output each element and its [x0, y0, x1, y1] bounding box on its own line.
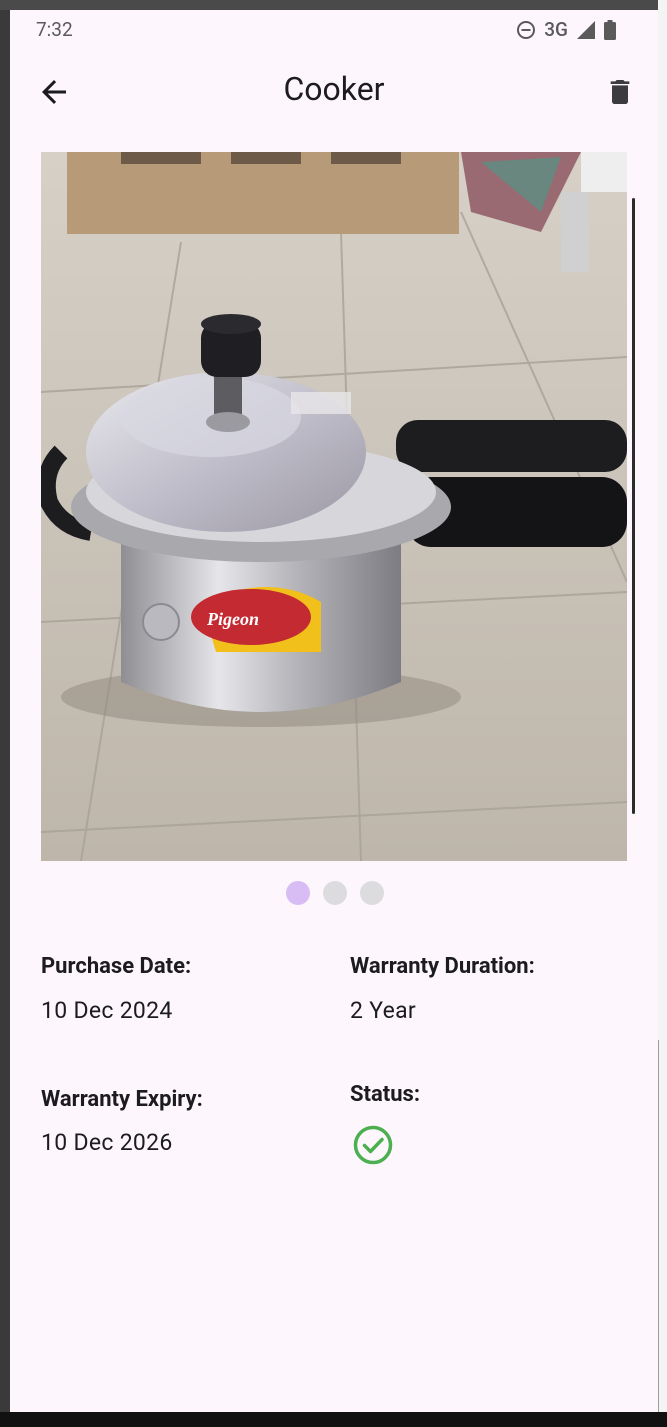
status-icons: 3G — [516, 18, 616, 41]
pressure-cooker-photo: Pigeon — [41, 152, 627, 861]
network-type: 3G — [544, 18, 568, 41]
status-bar: 7:32 3G — [10, 10, 658, 48]
page-dot-2[interactable] — [323, 881, 347, 905]
warranty-expiry-value: 10 Dec 2026 — [41, 1129, 173, 1156]
image-scrollbar[interactable] — [632, 198, 635, 814]
warranty-duration-label: Warranty Duration: — [350, 954, 535, 979]
navigation-bar — [0, 1412, 667, 1427]
check-circle-icon — [353, 1125, 393, 1165]
product-image[interactable]: Pigeon — [41, 152, 627, 861]
status-label: Status: — [350, 1082, 421, 1107]
page-title: Cooker — [283, 70, 385, 108]
warranty-duration-value: 2 Year — [350, 997, 417, 1024]
battery-icon — [604, 19, 616, 40]
window-right-edge — [658, 0, 667, 1427]
trash-icon[interactable] — [604, 74, 636, 110]
window-top-edge — [0, 0, 667, 10]
do-not-disturb-icon — [517, 20, 536, 39]
page-indicator — [286, 881, 384, 905]
app-screen: 7:32 3G Cooker Pigeon Purchase Date: 10 … — [10, 10, 658, 1412]
page-dot-3[interactable] — [360, 881, 384, 905]
warranty-expiry-label: Warranty Expiry: — [41, 1087, 203, 1112]
signal-icon — [577, 20, 595, 39]
purchase-date-label: Purchase Date: — [41, 954, 192, 979]
page-dot-1[interactable] — [286, 881, 310, 905]
status-time: 7:32 — [36, 18, 73, 41]
app-bar: Cooker — [10, 60, 658, 144]
svg-text:Pigeon: Pigeon — [206, 609, 259, 629]
purchase-date-value: 10 Dec 2024 — [41, 997, 173, 1024]
